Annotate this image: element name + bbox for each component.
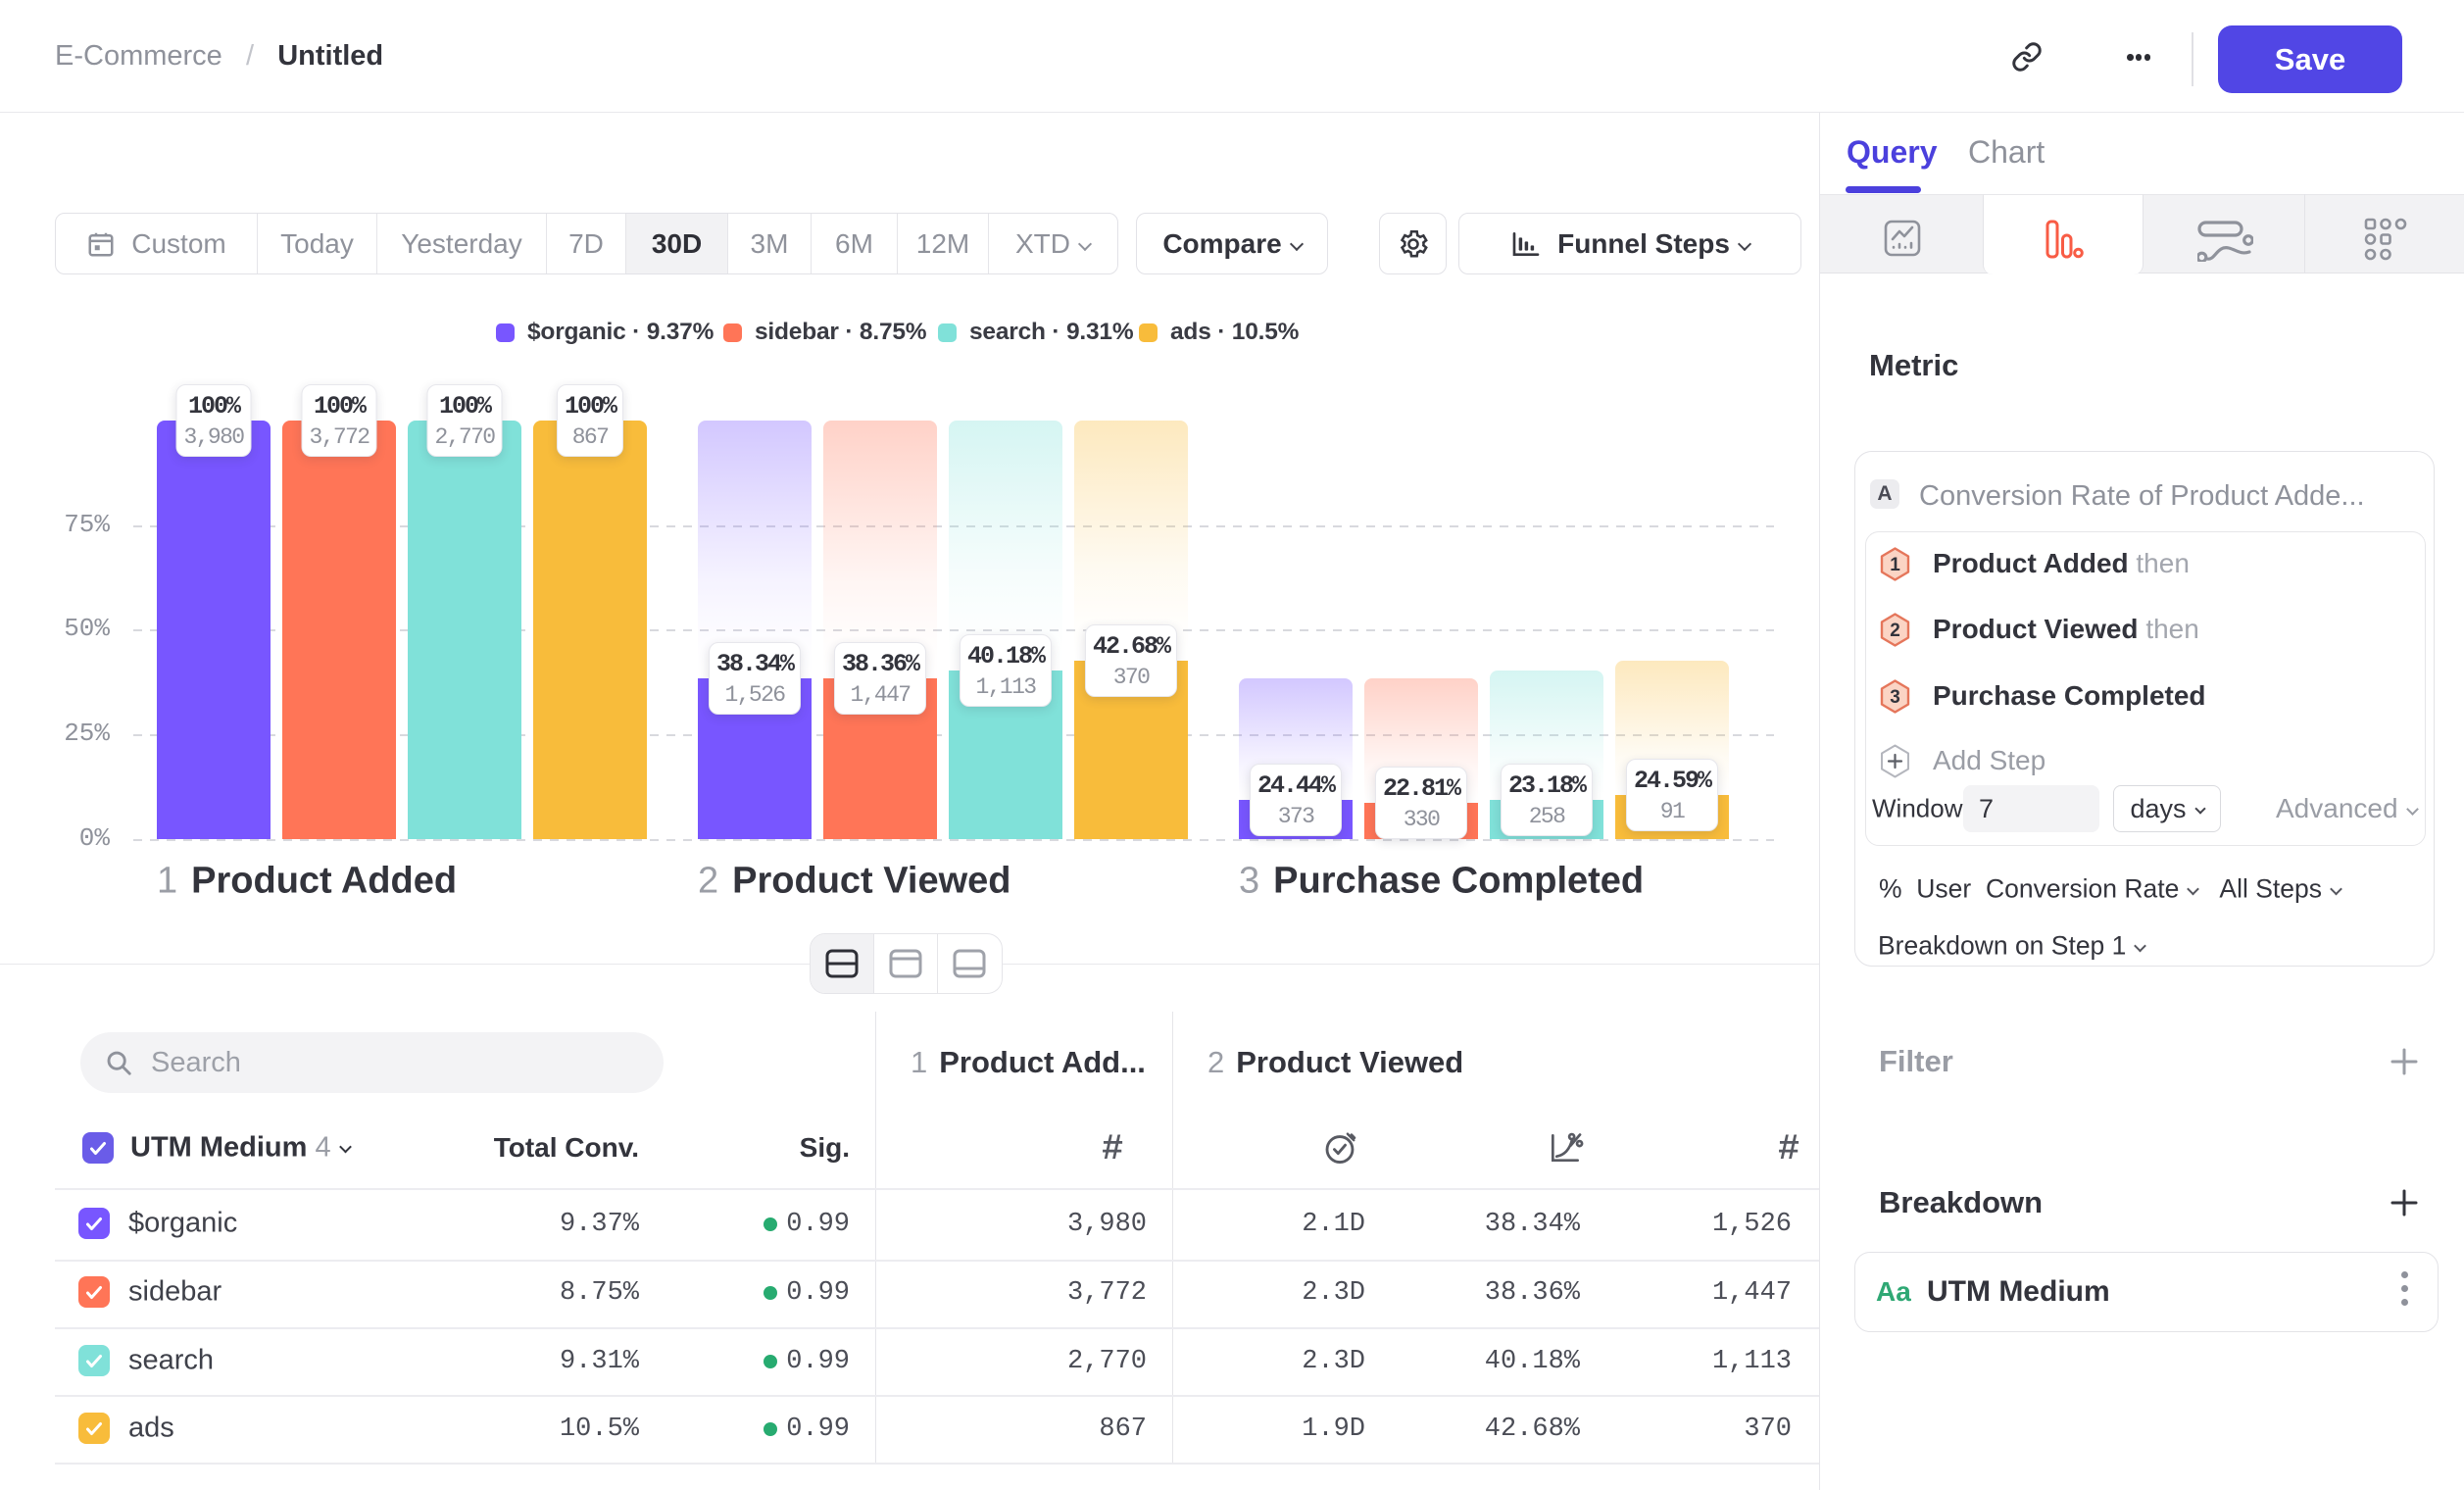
svg-text:1: 1 [1890, 555, 1900, 575]
svg-text:3: 3 [1890, 687, 1900, 708]
svg-text:2: 2 [1890, 621, 1900, 641]
